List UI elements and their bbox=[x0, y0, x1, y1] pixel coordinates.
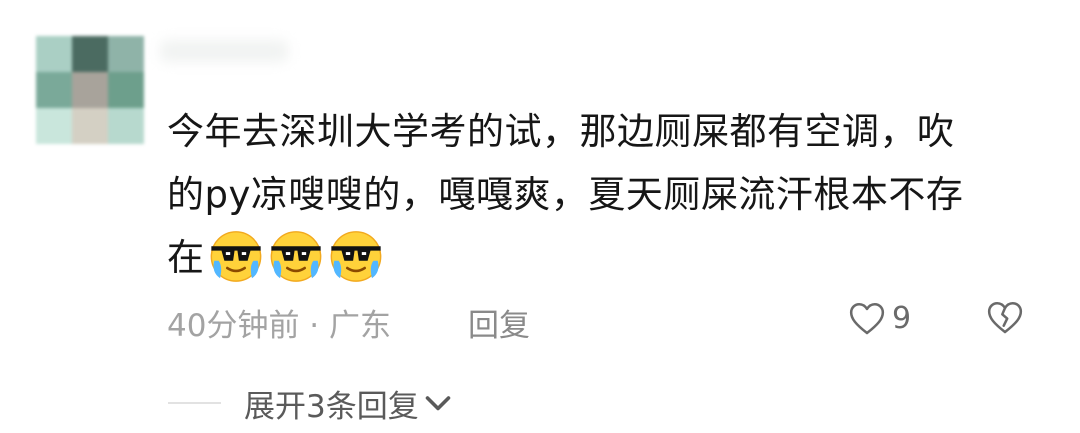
comment-line-2: 的py凉嗖嗖的，嘎嘎爽，夏天厕屎流汗根本不存 bbox=[167, 173, 964, 216]
avatar-pixel bbox=[72, 36, 108, 72]
avatar-pixel bbox=[36, 72, 72, 108]
username-blurred[interactable] bbox=[160, 40, 288, 62]
cool-crying-emoji-icon bbox=[207, 226, 265, 303]
comment-text: 今年去深圳大学考的试，那边厕屎都有空调，吹 的py凉嗖嗖的，嘎嘎爽，夏天厕屎流汗… bbox=[167, 100, 1047, 303]
expand-replies-label: 展开3条回复 bbox=[244, 389, 419, 425]
cool-crying-emoji-icon bbox=[327, 226, 385, 303]
chevron-down-icon bbox=[425, 395, 451, 410]
avatar[interactable] bbox=[36, 36, 144, 144]
like-count: 9 bbox=[892, 300, 912, 336]
avatar-pixel bbox=[108, 72, 144, 108]
broken-heart-icon bbox=[987, 301, 1023, 334]
comment-meta: 40分钟前 · 广东 bbox=[167, 308, 392, 344]
avatar-pixel bbox=[72, 108, 108, 144]
avatar-pixel bbox=[36, 108, 72, 144]
dislike-button[interactable] bbox=[986, 299, 1024, 339]
comment-line-1: 今年去深圳大学考的试，那边厕屎都有空调，吹 bbox=[167, 110, 955, 153]
comment-line-3: 在 bbox=[167, 226, 1047, 303]
cool-crying-emoji-icon bbox=[267, 226, 325, 303]
reply-button[interactable]: 回复 bbox=[468, 300, 530, 345]
avatar-pixel bbox=[108, 36, 144, 72]
avatar-pixel bbox=[72, 72, 108, 108]
heart-icon bbox=[849, 302, 885, 335]
like-button[interactable]: 9 bbox=[848, 300, 911, 336]
expand-divider bbox=[168, 402, 221, 404]
expand-replies-button[interactable]: 展开3条回复 bbox=[244, 381, 453, 426]
avatar-pixel bbox=[108, 108, 144, 144]
avatar-pixel bbox=[36, 36, 72, 72]
